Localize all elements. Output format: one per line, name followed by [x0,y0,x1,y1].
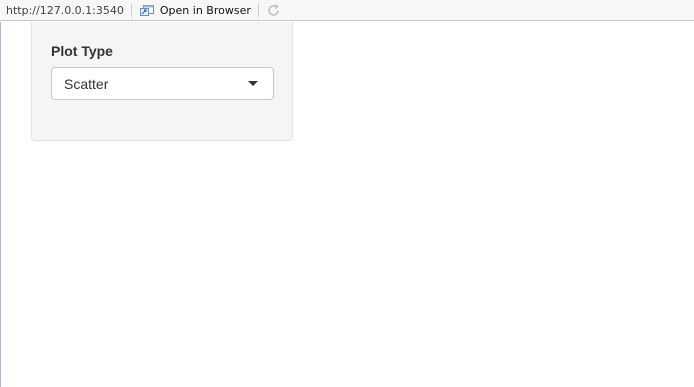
toolbar-divider [130,3,132,17]
plot-type-select[interactable]: Scatter [51,67,274,100]
refresh-button[interactable] [266,3,281,18]
chevron-down-icon [248,81,258,86]
open-in-browser-label: Open in Browser [159,3,251,17]
viewer-toolbar: http://127.0.0.1:3540 Open in Browser [0,0,694,21]
open-in-browser-button[interactable]: Open in Browser [139,4,251,17]
plot-type-label: Plot Type [51,43,113,59]
open-in-browser-icon [139,4,155,17]
toolbar-divider [257,3,259,17]
sidebar-panel: Plot Type Scatter [31,22,293,141]
refresh-icon [266,3,281,18]
url-text: http://127.0.0.1:3540 [6,3,124,17]
plot-type-selected-value: Scatter [64,75,109,92]
